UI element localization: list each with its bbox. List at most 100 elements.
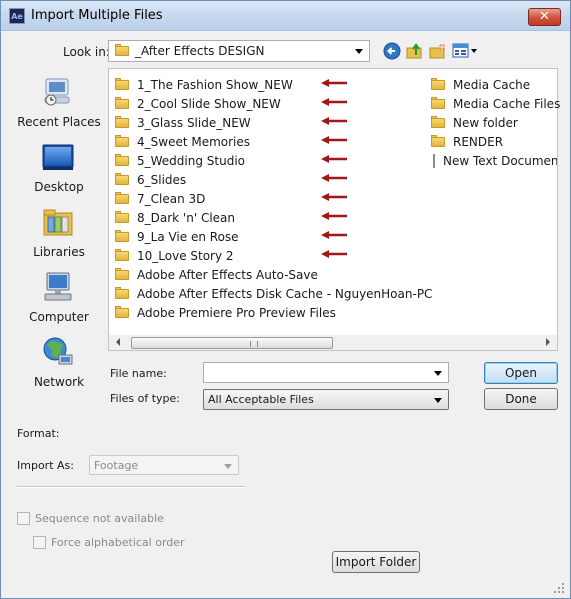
close-icon: ✕ [539,9,550,24]
text-document-icon [433,153,435,168]
place-recent-places[interactable]: Recent Places [15,71,103,131]
list-item[interactable]: 1_The Fashion Show_NEW [115,75,293,94]
scroll-left-icon[interactable] [116,338,120,346]
place-desktop[interactable]: Desktop [15,136,103,196]
files-of-type-select[interactable]: All Acceptable Files [203,389,449,410]
list-item[interactable]: Adobe Premiere Pro Preview Files [115,303,336,322]
file-name: 10_Love Story 2 [137,248,234,263]
file-name: 3_Glass Slide_NEW [137,115,251,130]
computer-icon [44,272,72,301]
list-item[interactable]: Adobe After Effects Disk Cache - NguyenH… [115,284,432,303]
resize-grip-icon[interactable] [552,581,566,595]
file-list[interactable]: 1_The Fashion Show_NEW 2_Cool Slide Show… [108,68,560,351]
red-arrow-icon [321,98,347,106]
file-name-label: File name: [110,367,167,380]
recent-places-icon [44,78,70,106]
list-item[interactable]: 5_Wedding Studio [115,151,245,170]
red-arrow-icon [321,174,347,182]
list-item[interactable]: New Text Documen [433,151,557,170]
import-as-value: Footage [94,459,139,472]
list-item[interactable]: 6_Slides [115,170,186,189]
chevron-down-icon [224,464,232,469]
folder-icon [431,97,445,109]
window-title: Import Multiple Files [31,8,163,23]
folder-icon [115,135,129,147]
place-label: Recent Places [17,115,101,129]
list-item[interactable]: Adobe After Effects Auto-Save [115,265,318,284]
file-name: Media Cache Files [453,96,561,111]
desktop-icon [42,144,74,170]
chevron-down-icon[interactable] [434,371,442,376]
divider [17,486,246,488]
format-label: Format: [17,427,60,440]
file-name: Media Cache [453,77,531,92]
view-menu-icon[interactable] [452,42,478,60]
list-item[interactable]: 7_Clean 3D [115,189,205,208]
import-as-label: Import As: [17,459,74,472]
up-folder-icon[interactable] [406,42,424,60]
red-arrow-icon [321,117,347,125]
file-name: 7_Clean 3D [137,191,206,206]
red-arrow-icon [321,212,347,220]
app-icon-text: Ae [11,11,23,21]
title-bar[interactable]: Ae Import Multiple Files ✕ [1,1,570,31]
list-item[interactable]: 4_Sweet Memories [115,132,250,151]
horizontal-scrollbar[interactable] [109,335,557,350]
folder-icon [431,116,445,128]
folder-icon [115,173,129,185]
folder-icon [115,44,129,56]
look-in-combobox[interactable]: _After Effects DESIGN [108,40,370,62]
chevron-down-icon[interactable] [434,398,442,403]
sequence-checkbox [17,512,30,525]
back-icon[interactable] [383,42,401,60]
folder-icon [115,306,129,318]
file-name: Adobe Premiere Pro Preview Files [137,305,336,320]
file-name: New folder [453,115,518,130]
files-of-type-value: All Acceptable Files [208,393,314,406]
list-item[interactable]: 2_Cool Slide Show_NEW [115,94,281,113]
file-name-input[interactable] [203,362,449,383]
red-arrow-icon [321,250,347,258]
folder-icon [115,230,129,242]
file-name: 4_Sweet Memories [137,134,251,149]
folder-icon [115,287,129,299]
new-folder-icon[interactable] [429,42,447,60]
libraries-icon [43,209,73,236]
chevron-down-icon[interactable] [355,49,363,54]
folder-icon [115,192,129,204]
done-button[interactable]: Done [484,388,558,410]
folder-icon [115,78,129,90]
list-item[interactable]: New folder [431,113,518,132]
place-computer[interactable]: Computer [15,266,103,326]
file-name: 8_Dark 'n' Clean [137,210,235,225]
force-alphabetical-checkbox [33,536,46,549]
import-dialog-window: Ae Import Multiple Files ✕ Look in: _Aft… [0,0,571,599]
list-item[interactable]: 3_Glass Slide_NEW [115,113,251,132]
red-arrow-icon [321,231,347,239]
list-item[interactable]: Media Cache Files [431,94,560,113]
list-item[interactable]: Media Cache [431,75,530,94]
file-name: 5_Wedding Studio [137,153,246,168]
scrollbar-thumb[interactable] [131,337,333,349]
list-item[interactable]: 8_Dark 'n' Clean [115,208,235,227]
file-name: 1_The Fashion Show_NEW [137,77,293,92]
file-name: RENDER [453,134,504,149]
red-arrow-icon [321,136,347,144]
list-item[interactable]: 10_Love Story 2 [115,246,234,265]
place-network[interactable]: Network [15,331,103,391]
list-item[interactable]: 9_La Vie en Rose [115,227,239,246]
red-arrow-icon [321,193,347,201]
open-button[interactable]: Open [484,362,558,384]
scroll-right-icon[interactable] [546,338,550,346]
folder-icon [115,268,129,280]
folder-icon [115,116,129,128]
list-item[interactable]: RENDER [431,132,503,151]
red-arrow-icon [321,155,347,163]
place-libraries[interactable]: Libraries [15,201,103,261]
close-button[interactable]: ✕ [528,8,561,26]
import-folder-button[interactable]: Import Folder [332,551,420,573]
sequence-label: Sequence not available [35,512,164,525]
red-arrow-icon [321,79,347,87]
file-name: 6_Slides [137,172,187,187]
folder-icon [115,249,129,261]
